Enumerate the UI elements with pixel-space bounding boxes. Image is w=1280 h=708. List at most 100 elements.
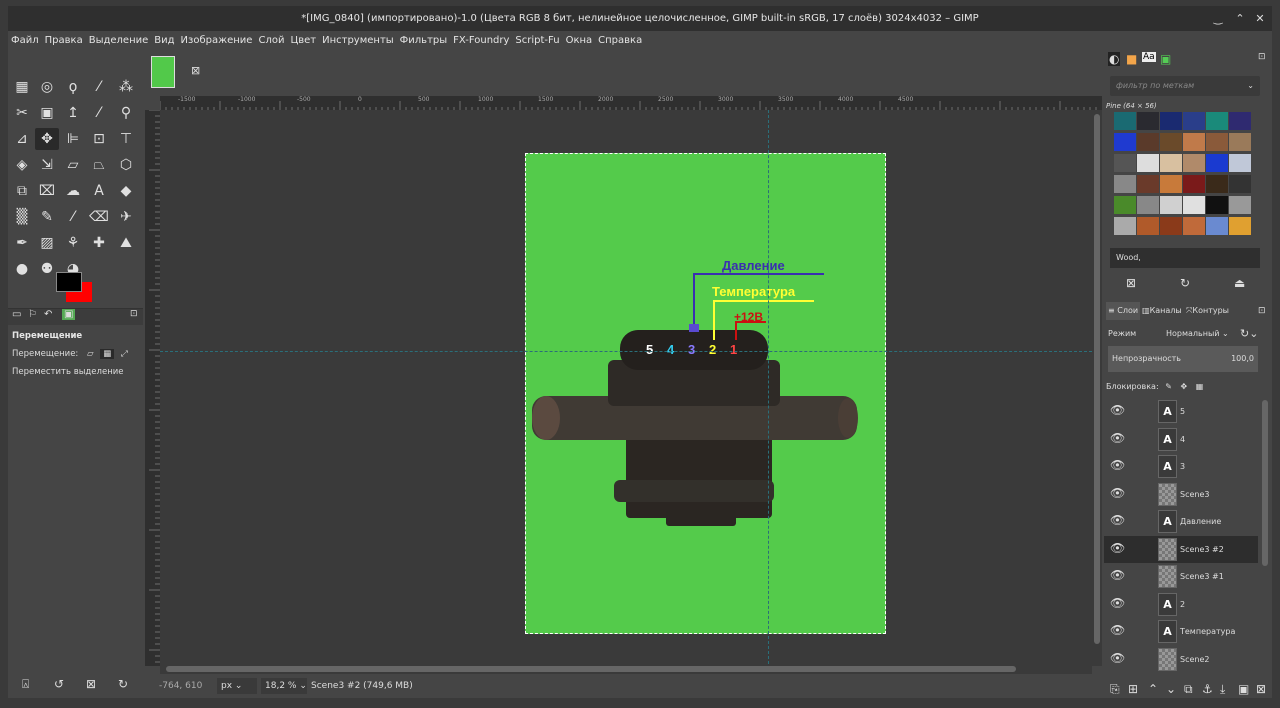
tab-layers[interactable]: ≡ Слои	[1106, 302, 1141, 320]
visibility-eye-icon[interactable]: 👁	[1110, 651, 1125, 665]
pattern-swatch[interactable]	[1183, 112, 1205, 130]
minimize-icon[interactable]: ‿	[1208, 6, 1228, 31]
foreground-select-icon[interactable]: ▣	[35, 102, 59, 124]
pattern-swatch[interactable]	[1183, 175, 1205, 193]
delete-layer-icon[interactable]: ⊠	[1256, 682, 1266, 696]
pattern-swatch[interactable]	[1114, 112, 1136, 130]
horizontal-guide[interactable]	[160, 351, 1092, 352]
fuzzy-select-icon[interactable]: ⁄	[87, 76, 111, 98]
mypaint-brush-icon[interactable]: ▨	[35, 232, 59, 254]
pattern-swatch[interactable]	[1160, 133, 1182, 151]
layer-row[interactable]: 👁 A 4	[1104, 426, 1258, 453]
vertical-scrollbar[interactable]	[1092, 110, 1102, 666]
pattern-swatch[interactable]	[1114, 217, 1136, 235]
delete-options-icon[interactable]: ⊠	[86, 677, 96, 691]
crop-icon[interactable]: ⊡	[87, 128, 111, 150]
layer-row[interactable]: 👁 A 2	[1104, 591, 1258, 618]
tool-options-tab-icon[interactable]: ▭	[12, 309, 21, 320]
pattern-swatch[interactable]	[1137, 154, 1159, 172]
menu-image[interactable]: Изображение	[178, 35, 256, 46]
pattern-swatch[interactable]	[1137, 196, 1159, 214]
pattern-swatch[interactable]	[1114, 175, 1136, 193]
pattern-swatch[interactable]	[1160, 175, 1182, 193]
lasso-icon[interactable]: ϙ	[61, 76, 85, 98]
pattern-swatch[interactable]	[1206, 133, 1228, 151]
menu-windows[interactable]: Окна	[563, 35, 596, 46]
pattern-swatch[interactable]	[1183, 154, 1205, 172]
duplicate-layer-icon[interactable]: ⧉	[1184, 682, 1193, 697]
image-canvas[interactable]: Давление Температура +12В 5 4 3 2 1	[525, 153, 886, 634]
save-options-icon[interactable]: ⍓	[22, 677, 29, 692]
zoom-select[interactable]: 18,2 % ⌄	[261, 678, 307, 694]
pattern-swatch[interactable]	[1183, 196, 1205, 214]
gradient-icon[interactable]: ▒	[10, 206, 34, 228]
eraser-icon[interactable]: ⌫	[87, 206, 111, 228]
pattern-grid[interactable]	[1114, 112, 1252, 242]
mode-switch-icon[interactable]: ↻⌄	[1240, 326, 1258, 342]
move-layer-icon[interactable]: ▱	[87, 349, 94, 359]
mode-select[interactable]: Нормальный ⌄	[1166, 326, 1229, 342]
lock-alpha-icon[interactable]: ▦	[1196, 382, 1204, 391]
perspective-icon[interactable]: ⏢	[87, 154, 111, 176]
brushes-tab-icon[interactable]: ◐	[1108, 52, 1121, 66]
rotate-icon[interactable]: ◈	[10, 154, 34, 176]
undo-history-tab-icon[interactable]: ↶	[44, 309, 52, 320]
ellipse-select-icon[interactable]: ◎	[35, 76, 59, 98]
layer-row[interactable]: 👁 A Давление	[1104, 508, 1258, 535]
new-group-icon[interactable]: ⊞	[1128, 682, 1138, 696]
menu-select[interactable]: Выделение	[86, 35, 152, 46]
layer-row[interactable]: 👁 A 3	[1104, 453, 1258, 480]
visibility-eye-icon[interactable]: 👁	[1110, 541, 1125, 555]
pattern-swatch[interactable]	[1137, 217, 1159, 235]
pattern-swatch[interactable]	[1160, 217, 1182, 235]
menu-colors[interactable]: Цвет	[287, 35, 319, 46]
horizontal-scrollbar[interactable]	[160, 664, 1092, 674]
clone-icon[interactable]: ⚘	[61, 232, 85, 254]
vertical-guide[interactable]	[768, 110, 769, 664]
menu-tools[interactable]: Инструменты	[319, 35, 397, 46]
restore-options-icon[interactable]: ↺	[54, 677, 64, 691]
pattern-swatch[interactable]	[1183, 133, 1205, 151]
move-selection-icon[interactable]: ▦	[100, 349, 115, 359]
tab-channels[interactable]: ▥Каналы	[1142, 302, 1182, 320]
unit-select[interactable]: px ⌄	[217, 678, 257, 694]
pattern-swatch[interactable]	[1160, 196, 1182, 214]
pattern-swatch[interactable]	[1229, 217, 1251, 235]
lock-position-icon[interactable]: ✥	[1180, 382, 1187, 391]
horizontal-scroll-thumb[interactable]	[166, 666, 1016, 672]
patterns-tab-icon[interactable]: ■	[1126, 52, 1137, 66]
menu-file[interactable]: Файл	[8, 35, 42, 46]
lower-layer-icon[interactable]: ⌄	[1166, 682, 1176, 696]
image-tab-thumbnail[interactable]	[151, 56, 175, 88]
visibility-eye-icon[interactable]: 👁	[1110, 403, 1125, 417]
refresh-patterns-icon[interactable]: ↻	[1180, 276, 1190, 290]
mask-layer-icon[interactable]: ▣	[1238, 682, 1249, 696]
color-select-icon[interactable]: ⁂	[114, 76, 138, 98]
menu-layer[interactable]: Слой	[255, 35, 287, 46]
align-tool-icon[interactable]: ⊫	[61, 128, 85, 150]
visibility-eye-icon[interactable]: 👁	[1110, 458, 1125, 472]
move-path-icon[interactable]: ⤢	[121, 349, 128, 359]
layers-scroll-thumb[interactable]	[1262, 400, 1268, 566]
lock-pixels-icon[interactable]: ✎	[1165, 382, 1172, 391]
layer-row[interactable]: 👁 A 5	[1104, 398, 1258, 425]
color-picker-icon[interactable]: ⁄	[87, 102, 111, 124]
raise-layer-icon[interactable]: ⌃	[1148, 682, 1158, 696]
anchor-layer-icon[interactable]: ⚓	[1202, 682, 1213, 696]
3d-transform-icon[interactable]: ⬡	[114, 154, 138, 176]
pattern-swatch[interactable]	[1206, 217, 1228, 235]
close-image-icon[interactable]: ⊠	[191, 64, 200, 77]
pattern-swatch[interactable]	[1206, 196, 1228, 214]
zoom-icon[interactable]: ⚲	[114, 102, 138, 124]
pattern-swatch[interactable]	[1229, 112, 1251, 130]
pattern-swatch[interactable]	[1114, 154, 1136, 172]
shear-icon[interactable]: ▱	[61, 154, 85, 176]
pattern-swatch[interactable]	[1137, 112, 1159, 130]
new-layer-icon[interactable]: ⎘	[1110, 682, 1120, 697]
opacity-slider[interactable]: Непрозрачность 100,0	[1108, 346, 1258, 372]
layer-row[interactable]: 👁 Scene2	[1104, 646, 1258, 673]
pattern-swatch[interactable]	[1114, 196, 1136, 214]
blur-icon[interactable]: ●	[10, 258, 34, 280]
visibility-eye-icon[interactable]: 👁	[1110, 568, 1125, 582]
tab-paths[interactable]: ⤧Контуры	[1186, 302, 1229, 320]
